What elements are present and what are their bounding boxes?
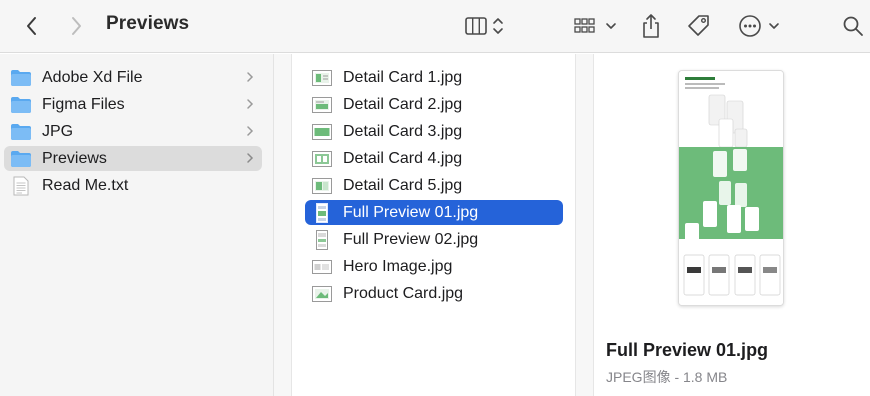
toolbar: Previews: [0, 0, 870, 53]
file-item-label: Product Card.jpg: [343, 284, 464, 302]
grid-group-icon: [574, 18, 616, 33]
sidebar-item-figma-files[interactable]: Figma Files: [4, 92, 262, 117]
share-icon: [643, 14, 659, 38]
view-mode-button[interactable]: [460, 0, 510, 52]
chevron-right-icon: [246, 151, 254, 170]
sidebar-item-previews[interactable]: Previews: [4, 146, 262, 171]
column-gutter[interactable]: [274, 54, 292, 396]
jpg-thumbnail-icon: [311, 122, 333, 142]
preview-image: [678, 70, 784, 306]
sidebar-item-label: Figma Files: [42, 95, 125, 113]
file-item-label: Detail Card 2.jpg: [343, 95, 463, 113]
sidebar-item-label: JPG: [42, 122, 74, 140]
file-item-selected[interactable]: Full Preview 01.jpg: [305, 200, 563, 225]
file-item[interactable]: Product Card.jpg: [305, 281, 563, 306]
share-button[interactable]: [636, 0, 666, 52]
chevron-right-icon: [246, 70, 254, 89]
more-actions-button[interactable]: [734, 0, 782, 52]
text-file-icon: [10, 176, 32, 196]
ellipsis-circle-icon: [739, 15, 779, 37]
search-button[interactable]: [838, 0, 868, 52]
file-item[interactable]: Hero Image.jpg: [305, 254, 563, 279]
jpg-thumbnail-icon: [311, 95, 333, 115]
forward-button[interactable]: [62, 0, 90, 52]
folder-icon: [10, 149, 32, 169]
file-item[interactable]: Detail Card 3.jpg: [305, 119, 563, 144]
tag-button[interactable]: [684, 0, 714, 52]
jpg-thumbnail-icon: [311, 229, 333, 250]
group-button[interactable]: [568, 0, 620, 52]
jpg-thumbnail-icon: [311, 257, 333, 277]
columns-view-icon: [465, 17, 503, 35]
file-item[interactable]: Detail Card 1.jpg: [305, 65, 563, 90]
file-item-label: Detail Card 3.jpg: [343, 122, 463, 140]
chevron-right-icon: [72, 17, 81, 35]
tag-icon: [688, 15, 709, 36]
window-title: Previews: [106, 13, 190, 34]
file-item-label: Full Preview 01.jpg: [343, 203, 479, 221]
file-item[interactable]: Detail Card 2.jpg: [305, 92, 563, 117]
jpg-thumbnail-icon: [311, 176, 333, 196]
chevron-right-icon: [246, 97, 254, 116]
column-gutter[interactable]: [576, 54, 594, 396]
sidebar-item-label: Previews: [42, 149, 107, 167]
chevron-left-icon: [27, 17, 36, 35]
folder-icon: [10, 122, 32, 142]
preview-file-name: Full Preview 01.jpg: [606, 340, 769, 360]
file-item-label: Full Preview 02.jpg: [343, 230, 479, 248]
sidebar-item-label: Read Me.txt: [42, 176, 129, 194]
sidebar-item-read-me[interactable]: Read Me.txt: [4, 173, 262, 198]
file-item-label: Detail Card 1.jpg: [343, 68, 463, 86]
preview-file-meta: JPEG图像 - 1.8 MB: [606, 369, 728, 385]
jpg-thumbnail-icon: [311, 68, 333, 88]
jpg-thumbnail-icon: [311, 284, 333, 304]
chevron-right-icon: [246, 124, 254, 143]
jpg-thumbnail-icon: [311, 202, 333, 223]
sidebar-item-jpg[interactable]: JPG: [4, 119, 262, 144]
back-button[interactable]: [18, 0, 46, 52]
sidebar-item-label: Adobe Xd File: [42, 68, 143, 86]
folder-icon: [10, 68, 32, 88]
file-item-label: Detail Card 4.jpg: [343, 149, 463, 167]
file-item[interactable]: Detail Card 4.jpg: [305, 146, 563, 171]
sidebar-item-adobe-xd-file[interactable]: Adobe Xd File: [4, 65, 262, 90]
file-item[interactable]: Full Preview 02.jpg: [305, 227, 563, 252]
file-item-label: Hero Image.jpg: [343, 257, 453, 275]
jpg-thumbnail-icon: [311, 149, 333, 169]
file-item[interactable]: Detail Card 5.jpg: [305, 173, 563, 198]
file-item-label: Detail Card 5.jpg: [343, 176, 463, 194]
folder-icon: [10, 95, 32, 115]
search-icon: [843, 16, 863, 36]
